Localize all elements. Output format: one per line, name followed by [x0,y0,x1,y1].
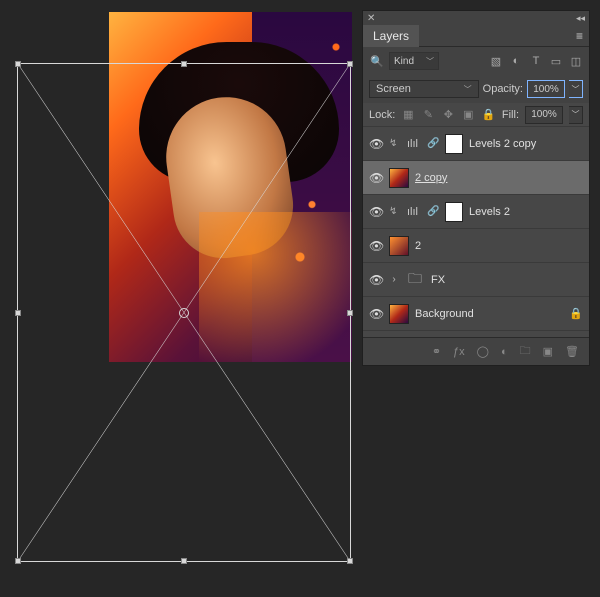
levels-icon: ılıl [407,206,421,218]
opacity-label: Opacity: [483,83,523,95]
transform-handle-s[interactable] [181,558,187,564]
transform-handle-se[interactable] [347,558,353,564]
layer-thumb[interactable] [389,168,409,188]
filter-smart-icon[interactable]: ◫ [569,54,583,68]
lock-icon: 🔒 [569,307,583,320]
layer-thumb[interactable] [389,236,409,256]
blend-mode-value: Screen [376,83,411,95]
filter-type-select[interactable]: Kind ﹀ [389,52,439,70]
filter-adjust-icon[interactable]: ◐ [509,54,523,68]
layer-filter-row: 🔍 Kind ﹀ ▧ ◐ T ▭ ◫ [363,47,589,75]
link-mask-icon: ↯ [389,138,401,149]
layer-row[interactable]: 👁 2 [363,229,589,263]
expand-caret-icon[interactable]: › [389,274,399,285]
layer-row[interactable]: 👁 ↯ ılıl 🔗 Levels 2 [363,195,589,229]
filter-pixel-icon[interactable]: ▧ [489,54,503,68]
fx-icon[interactable]: ƒx [453,346,465,358]
filter-type-label: Kind [394,56,414,67]
layer-name[interactable]: Levels 2 copy [469,138,583,150]
filter-type-icon[interactable]: T [529,54,543,68]
link-icon: 🔗 [427,138,439,149]
lock-artboard-icon[interactable]: ▣ [461,108,475,122]
chevron-down-icon: ﹀ [426,56,434,67]
panel-menu-icon[interactable]: ≡ [576,29,583,43]
layer-name[interactable]: Background [415,308,563,320]
adjustment-icon[interactable]: ◐ [501,346,508,358]
visibility-icon[interactable]: 👁 [369,137,383,151]
tab-layers[interactable]: Layers [363,25,419,47]
layers-panel: ✕ ◂◂ Layers ≡ 🔍 Kind ﹀ ▧ ◐ T ▭ ◫ Screen … [362,10,590,366]
search-icon[interactable]: 🔍 [369,53,385,69]
layer-row[interactable]: 👁 2 copy [363,161,589,195]
panel-footer: ⚭ ƒx ◯ ◐ 🗀 ▣ 🗑 [363,337,589,365]
panel-grip-bar[interactable]: ✕ ◂◂ [363,11,589,25]
chevron-left-icon[interactable]: ◂◂ [576,13,585,24]
layer-name[interactable]: Levels 2 [469,206,583,218]
levels-icon: ılıl [407,138,421,150]
transform-handle-w[interactable] [15,310,21,316]
visibility-icon[interactable]: 👁 [369,205,383,219]
lock-position-icon[interactable]: ✥ [441,108,455,122]
visibility-icon[interactable]: 👁 [369,239,383,253]
delete-icon[interactable]: 🗑 [565,345,579,358]
chevron-down-icon: ﹀ [464,84,472,95]
lock-transparency-icon[interactable]: ▦ [401,108,415,122]
link-icon: 🔗 [427,206,439,217]
opacity-input[interactable]: 100% [527,80,565,98]
blend-opacity-row: Screen ﹀ Opacity: 100% ﹀ [363,75,589,103]
fill-label: Fill: [502,109,519,121]
document-image [109,12,352,362]
group-icon[interactable]: 🗀 [520,342,531,361]
visibility-icon[interactable]: 👁 [369,307,383,321]
layer-name[interactable]: 2 [415,240,583,252]
lock-label: Lock: [369,109,395,121]
filter-shape-icon[interactable]: ▭ [549,54,563,68]
layer-row[interactable]: 👁 › 🗀 FX [363,263,589,297]
layer-mask-thumb[interactable] [445,134,463,154]
add-mask-icon[interactable]: ◯ [477,345,489,358]
link-mask-icon: ↯ [389,206,401,217]
panel-tabs: Layers ≡ [363,25,589,47]
transform-handle-nw[interactable] [15,61,21,67]
visibility-icon[interactable]: 👁 [369,171,383,185]
visibility-icon[interactable]: 👁 [369,273,383,287]
transform-handle-sw[interactable] [15,558,21,564]
fill-input[interactable]: 100% [525,106,563,124]
lock-fill-row: Lock: ▦ ✎ ✥ ▣ 🔒 Fill: 100% ﹀ [363,103,589,127]
opacity-stepper[interactable]: ﹀ [569,80,583,98]
layer-name[interactable]: FX [431,274,583,286]
collapse-icon[interactable]: ✕ [367,13,375,24]
link-layers-icon[interactable]: ⚭ [432,345,441,358]
fill-stepper[interactable]: ﹀ [569,106,583,124]
layer-row[interactable]: 👁 ↯ ılıl 🔗 Levels 2 copy [363,127,589,161]
lock-all-icon[interactable]: 🔒 [481,108,495,122]
layer-name[interactable]: 2 copy [415,172,583,184]
layer-thumb[interactable] [389,304,409,324]
new-layer-icon[interactable]: ▣ [543,345,553,358]
layer-row[interactable]: 👁 Background 🔒 [363,297,589,331]
lock-brush-icon[interactable]: ✎ [421,108,435,122]
folder-icon: 🗀 [405,270,425,290]
blend-mode-select[interactable]: Screen ﹀ [369,80,479,98]
layer-mask-thumb[interactable] [445,202,463,222]
layers-list: 👁 ↯ ılıl 🔗 Levels 2 copy 👁 2 copy 👁 ↯ ıl… [363,127,589,337]
